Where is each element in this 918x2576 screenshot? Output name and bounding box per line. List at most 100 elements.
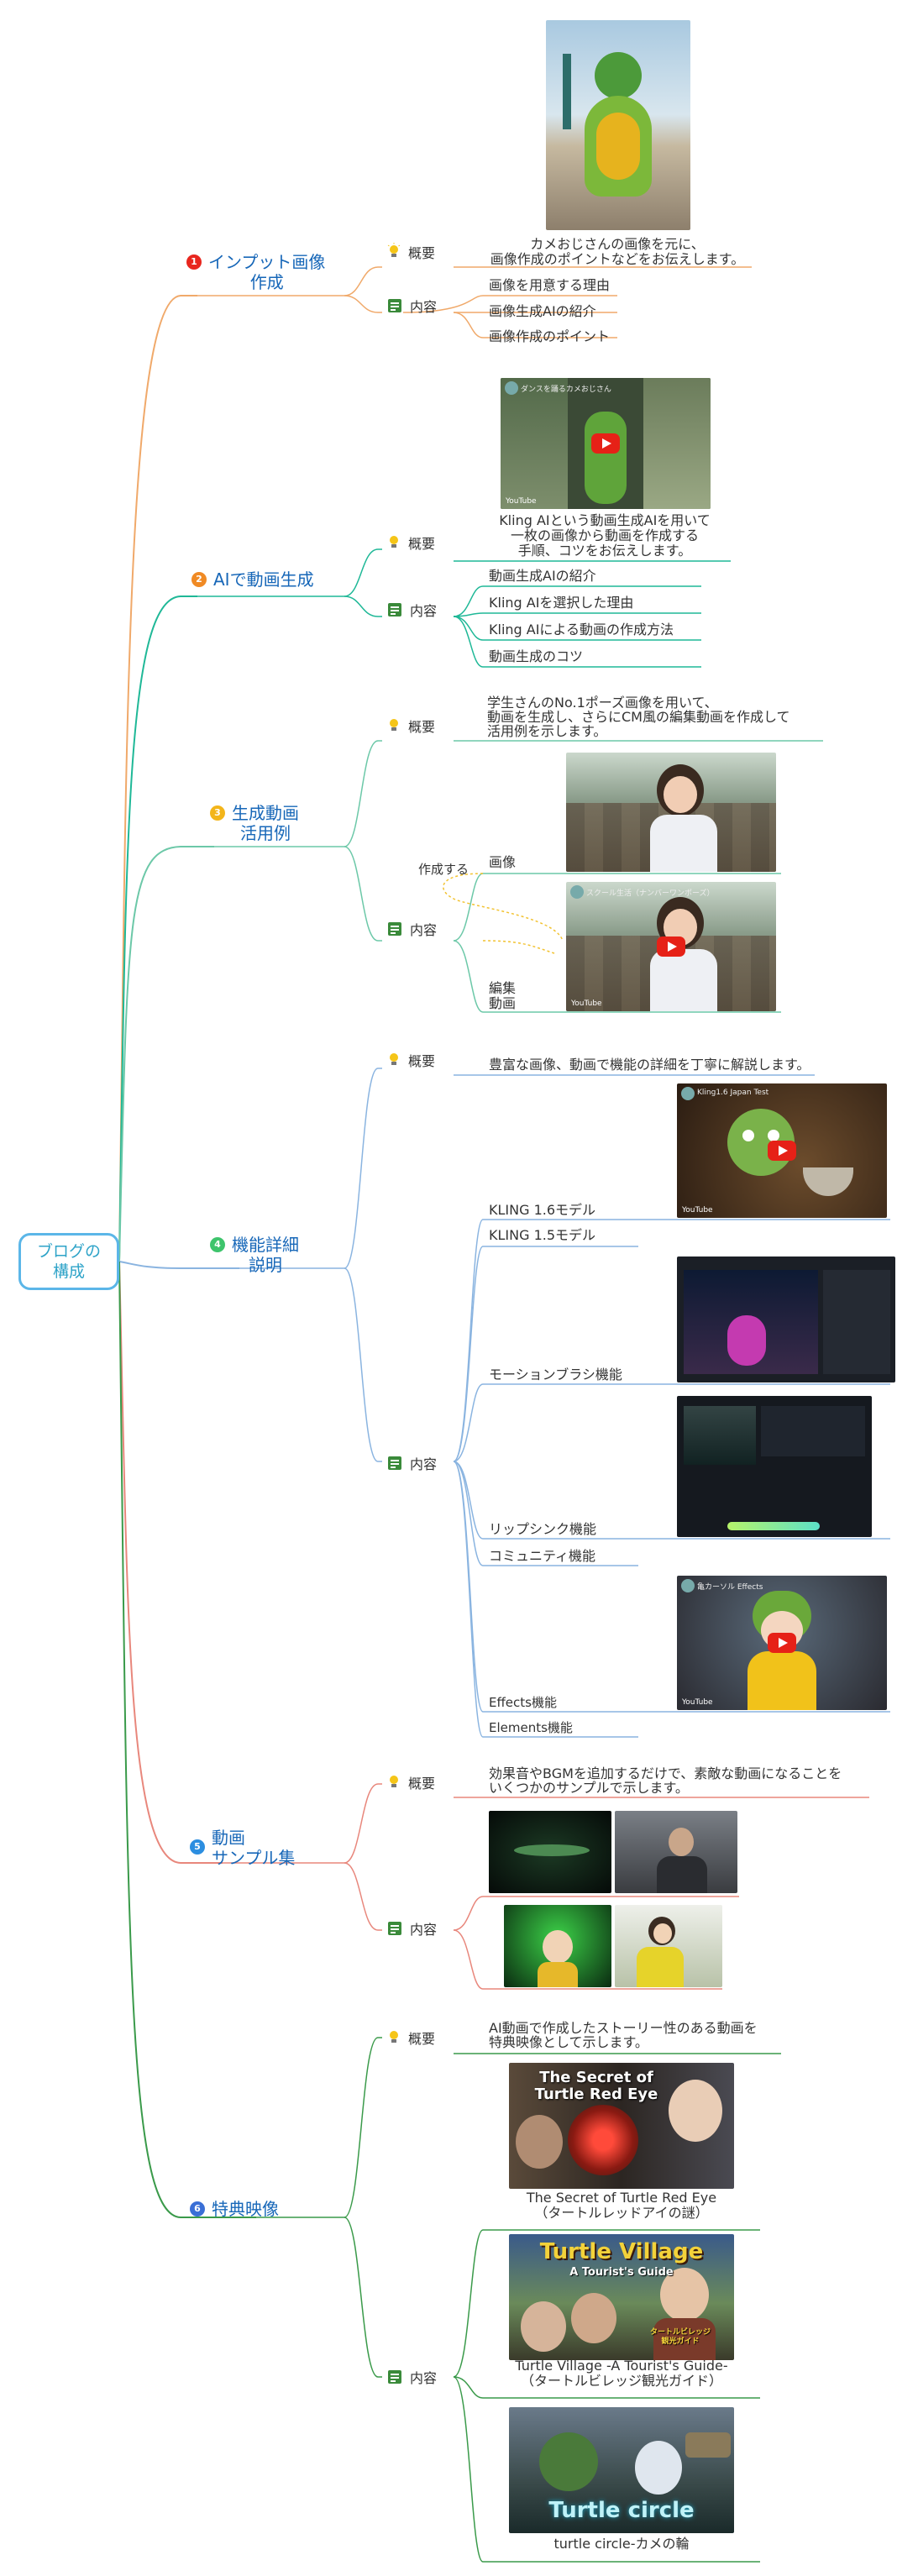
document-icon [388, 603, 401, 616]
effects-video-thumbnail[interactable]: 亀カーソル Effects YouTube [677, 1576, 887, 1710]
b4-item-motion-brush[interactable]: モーションブラシ機能 [489, 1367, 622, 1382]
branch-2-node[interactable]: 2 AIで動画生成 [191, 569, 314, 590]
b4-item-kling16[interactable]: KLING 1.6モデル [489, 1203, 595, 1218]
turtle-man-photo[interactable] [546, 20, 690, 230]
branch-3-node[interactable]: 3 生成動画 活用例 [210, 803, 299, 843]
branch-2-title: AIで動画生成 [213, 569, 314, 590]
laser-show-sample-thumbnail[interactable] [504, 1905, 611, 1987]
lip-sync-screenshot[interactable] [677, 1396, 872, 1537]
dance-video-thumbnail[interactable]: ダンスを踊るカメおじさん YouTube [501, 378, 711, 509]
overview-label: 概要 [408, 2031, 436, 2047]
branch-2-overview-node[interactable]: 概要 [386, 533, 435, 553]
overview-label: 概要 [408, 1053, 436, 1069]
statue-of-liberty [563, 54, 571, 129]
document-icon [388, 1922, 401, 1935]
branch-6-title: 特典映像 [212, 2199, 279, 2219]
content-label: 内容 [410, 299, 438, 315]
play-button-icon[interactable] [768, 1141, 796, 1161]
number-badge-3: 3 [210, 805, 225, 821]
branch-3-overview-node[interactable]: 概要 [386, 716, 435, 736]
branch-2-content-node[interactable]: 内容 [386, 600, 437, 620]
b3-item-image[interactable]: 画像 [489, 855, 516, 870]
number-badge-6: 6 [190, 2201, 205, 2217]
document-icon [388, 299, 401, 312]
thumb-subtitle: A Tourist's Guide [569, 2266, 674, 2279]
b4-item-effects[interactable]: Effects機能 [489, 1695, 557, 1710]
train-driver-sample-thumbnail[interactable] [615, 1905, 722, 1987]
branch-1-node[interactable]: 1 インプット画像 作成 [186, 252, 325, 292]
video-title: スクール生活（ナンバーワンポーズ） [586, 889, 715, 898]
link-root-b6 [118, 1261, 256, 2218]
lightbulb-icon [390, 1776, 398, 1787]
content-label: 内容 [410, 2370, 438, 2386]
branch-1-overview-node[interactable]: 概要 [386, 242, 435, 262]
overview-label: 概要 [408, 536, 436, 552]
b1-item-3[interactable]: 画像作成のポイント [489, 329, 610, 344]
play-button-icon[interactable] [768, 1633, 796, 1653]
b4-item-elements[interactable]: Elements機能 [489, 1720, 573, 1735]
lightbulb-icon [390, 536, 398, 548]
turtle-red-eye-thumbnail[interactable]: The Secret of Turtle Red Eye [509, 2063, 734, 2189]
branch-6-node[interactable]: 6 特典映像 [190, 2199, 279, 2219]
bonus-video-3-caption[interactable]: turtle circle-カメの輪 [504, 2537, 739, 2552]
branch-5-content-node[interactable]: 内容 [386, 1918, 437, 1939]
b2-item-1[interactable]: 動画生成AIの紹介 [489, 569, 596, 584]
number-badge-4: 4 [210, 1237, 225, 1252]
b4-item-lip-sync[interactable]: リップシンク機能 [489, 1522, 596, 1537]
branch-4-node[interactable]: 4 機能詳細 説明 [210, 1235, 299, 1275]
b1-item-2[interactable]: 画像生成AIの紹介 [489, 304, 596, 319]
edited-video-thumbnail[interactable]: スクール生活（ナンバーワンポーズ） YouTube [566, 882, 776, 1011]
number-badge-2: 2 [191, 572, 207, 587]
detective-sample-thumbnail[interactable] [615, 1811, 737, 1893]
b2-item-3[interactable]: Kling AIによる動画の作成方法 [489, 622, 674, 637]
content-label: 内容 [410, 1456, 438, 1472]
ramen-bowl [803, 1167, 853, 1196]
content-label: 内容 [410, 603, 438, 619]
document-icon [388, 1456, 401, 1470]
branch-1-content-node[interactable]: 内容 [386, 296, 437, 316]
video-title: 亀カーソル Effects [697, 1583, 763, 1592]
channel-avatar [681, 1087, 695, 1100]
branch-4-content-node[interactable]: 内容 [386, 1453, 437, 1473]
make-arrow-image [443, 873, 564, 942]
branch-3-content-node[interactable]: 内容 [386, 919, 437, 939]
branch-5-overview-node[interactable]: 概要 [386, 1772, 435, 1792]
branch-3-title: 生成動画 活用例 [232, 803, 299, 843]
turtle-captain [539, 2432, 598, 2491]
b2-item-2[interactable]: Kling AIを選択した理由 [489, 595, 633, 611]
turtle-village-thumbnail[interactable]: Turtle Village A Tourist's Guide タートルビレッ… [509, 2234, 734, 2360]
turtle-circle-thumbnail[interactable]: Turtle circle [509, 2407, 734, 2533]
branch-6-overview-node[interactable]: 概要 [386, 2028, 435, 2048]
b3-item-edited-video[interactable]: 編集 動画 [489, 981, 516, 1011]
document-icon [388, 922, 401, 936]
bonus-video-1-caption[interactable]: The Secret of Turtle Red Eye （タートルレッドアイの… [496, 2190, 748, 2221]
branch-5-overview-text: 効果音やBGMを追加するだけで、素敵な動画になることを いくつかのサンプルで示し… [489, 1765, 842, 1796]
play-button-icon[interactable] [591, 433, 620, 454]
number-badge-5: 5 [190, 1839, 205, 1855]
thumb-title: Turtle circle [548, 2498, 695, 2523]
branch-4-overview-node[interactable]: 概要 [386, 1050, 435, 1070]
b4-item-kling15[interactable]: KLING 1.5モデル [489, 1228, 595, 1243]
root-node[interactable]: ブログの 構成 [18, 1233, 119, 1290]
b1-item-1[interactable]: 画像を用意する理由 [489, 278, 610, 293]
student-pose-image[interactable] [566, 753, 776, 872]
number-badge-1: 1 [186, 254, 202, 270]
play-button-icon[interactable] [657, 936, 685, 957]
branch-6-content-node[interactable]: 内容 [386, 2367, 437, 2387]
bonus-video-2-caption[interactable]: Turtle Village -A Tourist's Guide- （タートル… [487, 2358, 756, 2389]
kling16-video-thumbnail[interactable]: Kling1.6 Japan Test YouTube [677, 1083, 887, 1218]
youtube-logo-icon: YouTube [506, 497, 537, 506]
branch-5-node[interactable]: 5 動画 サンプル集 [190, 1828, 295, 1868]
b2-item-4[interactable]: 動画生成のコツ [489, 649, 583, 664]
turtle-dancer [585, 412, 627, 504]
lightbulb-icon [390, 719, 398, 731]
lightbulb-icon [390, 1053, 398, 1065]
make-arrow-video [482, 940, 555, 954]
video-title: ダンスを踊るカメおじさん [521, 386, 611, 394]
b4-item-community[interactable]: コミュニティ機能 [489, 1549, 595, 1564]
spaceship-sample-thumbnail[interactable] [489, 1811, 611, 1893]
red-eye-shell [568, 2105, 638, 2175]
branch-4-overview-text: 豊富な画像、動画で機能の詳細を丁寧に解説します。 [489, 1057, 810, 1073]
motion-brush-screenshot[interactable] [677, 1257, 895, 1382]
link-root-b2 [118, 595, 197, 1262]
